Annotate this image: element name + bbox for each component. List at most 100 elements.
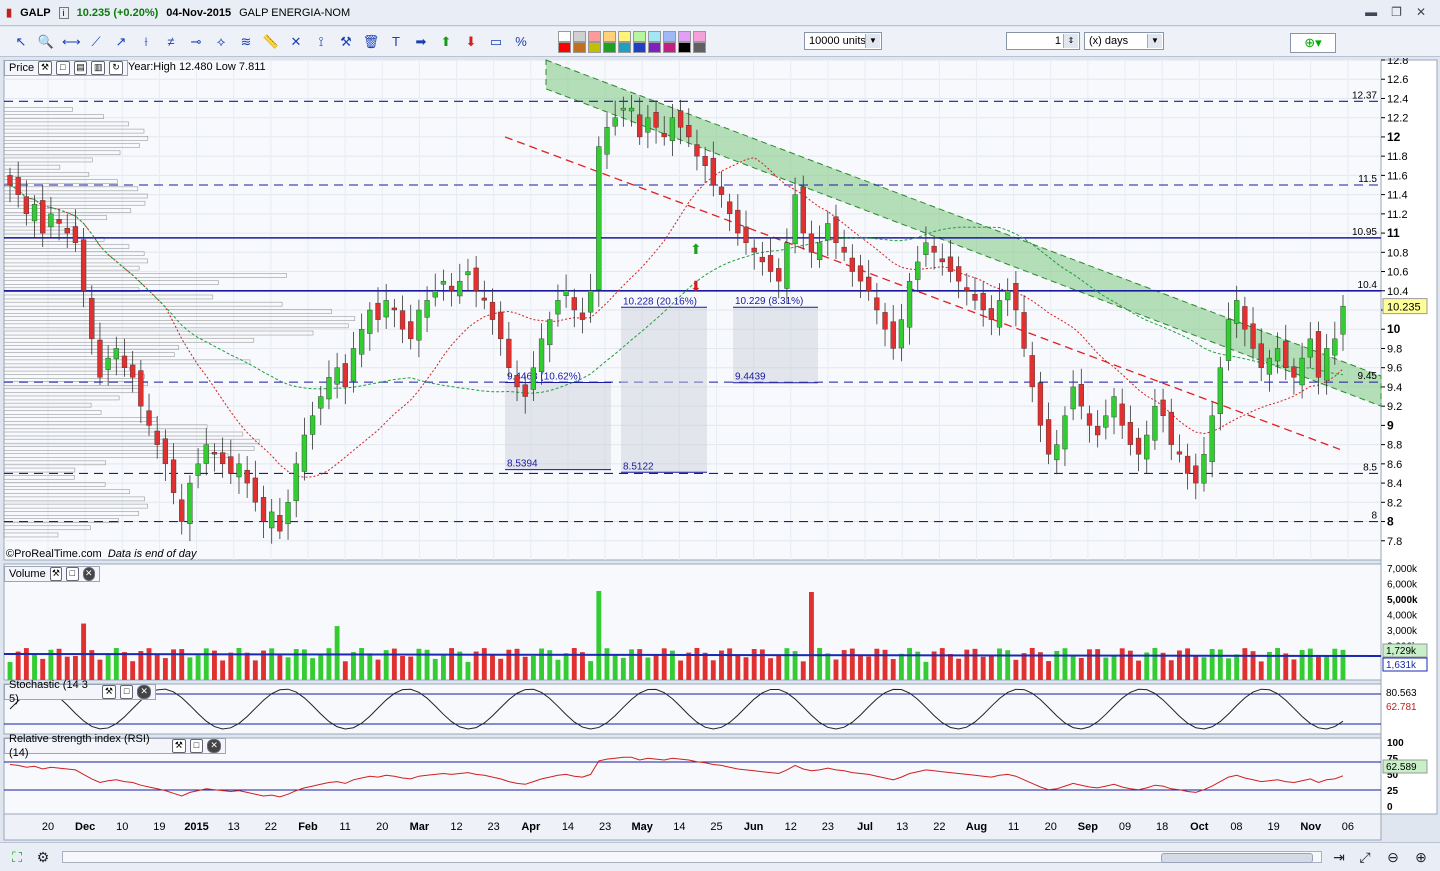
channel-icon[interactable]: ≠ [162, 33, 180, 51]
minimize-icon[interactable]: ▬ [1365, 5, 1377, 19]
color-swatch[interactable] [648, 31, 661, 42]
close-icon[interactable]: ✕ [1416, 5, 1426, 19]
rectangle-icon[interactable]: ▭ [487, 33, 505, 51]
period-unit-select[interactable]: (x) days ▼ [1084, 32, 1164, 50]
volume-tick-label: 3,000k [1387, 626, 1418, 637]
arrow-right-icon[interactable]: ➡ [412, 33, 430, 51]
horizontal-line-icon[interactable]: ⊸ [187, 33, 205, 51]
color-swatch[interactable] [588, 42, 601, 53]
info-icon[interactable]: i [58, 6, 69, 19]
volume-bar [81, 623, 87, 680]
hammer-icon[interactable]: ⚒ [337, 33, 355, 51]
volume-bar [326, 648, 332, 680]
volume-bar [1152, 648, 1158, 680]
period-input[interactable]: 1 ⇕ [1006, 32, 1080, 50]
color-swatch[interactable] [603, 42, 616, 53]
window-icon[interactable]: □ [66, 567, 79, 581]
color-swatch[interactable] [558, 31, 571, 42]
color-swatch[interactable] [588, 31, 601, 42]
wrench-icon[interactable]: ⚒ [38, 61, 52, 75]
fan-icon[interactable]: ⟡ [212, 33, 230, 51]
units-select[interactable]: 10000 units ▼ [804, 32, 882, 50]
color-swatch[interactable] [678, 31, 691, 42]
wrench-icon[interactable]: ⚒ [171, 739, 186, 753]
volume-bar [1070, 654, 1076, 680]
date-tick-label: 13 [896, 821, 908, 833]
duplicate-icon[interactable]: ▤ [73, 61, 88, 75]
candle-body [1315, 331, 1322, 378]
volume-bar [1087, 649, 1092, 680]
stoch-tag-2-label: 62.781 [1386, 702, 1417, 713]
color-swatch[interactable] [663, 42, 676, 53]
volume-bar [228, 652, 234, 680]
window-icon[interactable]: □ [119, 685, 134, 699]
color-swatch[interactable] [633, 31, 646, 42]
date-tick-label: 08 [1230, 821, 1242, 833]
arrow-up-icon[interactable]: ⬆ [437, 33, 455, 51]
expand-icon[interactable]: ⤢ [1356, 848, 1374, 866]
color-swatch[interactable] [573, 42, 586, 53]
candle-body [653, 112, 659, 128]
scrollbar-thumb[interactable] [1161, 853, 1313, 863]
close-icon[interactable]: ✕ [82, 567, 96, 581]
candle-body [1307, 338, 1313, 358]
symbol-label[interactable]: GALP [20, 7, 51, 19]
close-icon[interactable]: ✕ [137, 685, 152, 699]
zoom-in-icon[interactable]: ⊕ [1412, 848, 1430, 866]
zoom-icon[interactable]: 🔍 [37, 33, 55, 51]
color-swatch[interactable] [558, 42, 571, 53]
volume-tag-2-label: 1,631k [1386, 660, 1417, 671]
horizontal-scrollbar[interactable] [62, 851, 1322, 863]
volume-bar [15, 651, 21, 680]
magnet-icon[interactable]: ⟟ [312, 33, 330, 51]
cross-icon[interactable]: ✕ [287, 33, 305, 51]
vertical-line-icon[interactable]: ⟊ [137, 33, 155, 51]
fibonacci-icon[interactable]: ≋ [237, 33, 255, 51]
price-tick-label: 8 [1387, 515, 1394, 529]
color-swatch[interactable] [603, 31, 616, 42]
line-icon[interactable]: ⟷ [62, 33, 81, 51]
layers-icon[interactable]: ▥ [91, 61, 106, 75]
color-swatch[interactable] [693, 42, 706, 53]
refresh-icon[interactable]: ↻ [109, 61, 123, 75]
trash-icon[interactable]: 🗑 [362, 33, 380, 51]
chart-type-icon[interactable]: ⛶ [8, 848, 26, 866]
stepper-icon[interactable]: ⇕ [1063, 34, 1078, 48]
candle-body [432, 290, 438, 298]
percent-icon[interactable]: % [512, 33, 530, 51]
restore-icon[interactable]: ❐ [1391, 5, 1402, 19]
color-swatch[interactable] [618, 42, 631, 53]
color-swatch[interactable] [618, 31, 631, 42]
candle-body [677, 110, 684, 128]
color-swatch[interactable] [678, 42, 691, 53]
color-swatch[interactable] [573, 31, 586, 42]
color-swatch[interactable] [663, 31, 676, 42]
window-icon[interactable]: □ [189, 739, 204, 753]
volume-bar [686, 652, 692, 680]
arrow-down-icon[interactable]: ⬇ [462, 33, 480, 51]
trend-icon[interactable]: ⟋ [87, 33, 105, 51]
scroll-right-icon[interactable]: ⇥ [1330, 848, 1348, 866]
cursor-icon[interactable]: ↖ [12, 33, 30, 51]
ray-icon[interactable]: ↗ [112, 33, 130, 51]
settings-icon[interactable]: ⚙ [34, 848, 52, 866]
chart-canvas[interactable]: 7.888.28.48.68.899.29.49.69.81010.210.41… [0, 58, 1440, 842]
candle-body [1152, 405, 1158, 441]
zoom-out-icon[interactable]: ⊖ [1384, 848, 1402, 866]
color-swatch[interactable] [648, 42, 661, 53]
color-swatch[interactable] [633, 42, 646, 53]
candle-body [1176, 451, 1183, 455]
wrench-icon[interactable]: ⚒ [102, 685, 116, 699]
volume-bar [162, 658, 168, 680]
candle-body [833, 216, 839, 243]
volume-bar [1291, 659, 1297, 680]
window-icon[interactable]: □ [55, 61, 70, 75]
close-icon[interactable]: ✕ [207, 739, 222, 753]
color-swatch[interactable] [693, 31, 706, 42]
text-icon[interactable]: T [387, 33, 405, 51]
candle-body [7, 175, 13, 186]
volume-bar [808, 592, 814, 680]
ruler-icon[interactable]: 📏 [262, 33, 280, 51]
wrench-icon[interactable]: ⚒ [49, 567, 63, 581]
indicators-button[interactable]: ⊕▾ [1290, 33, 1336, 53]
